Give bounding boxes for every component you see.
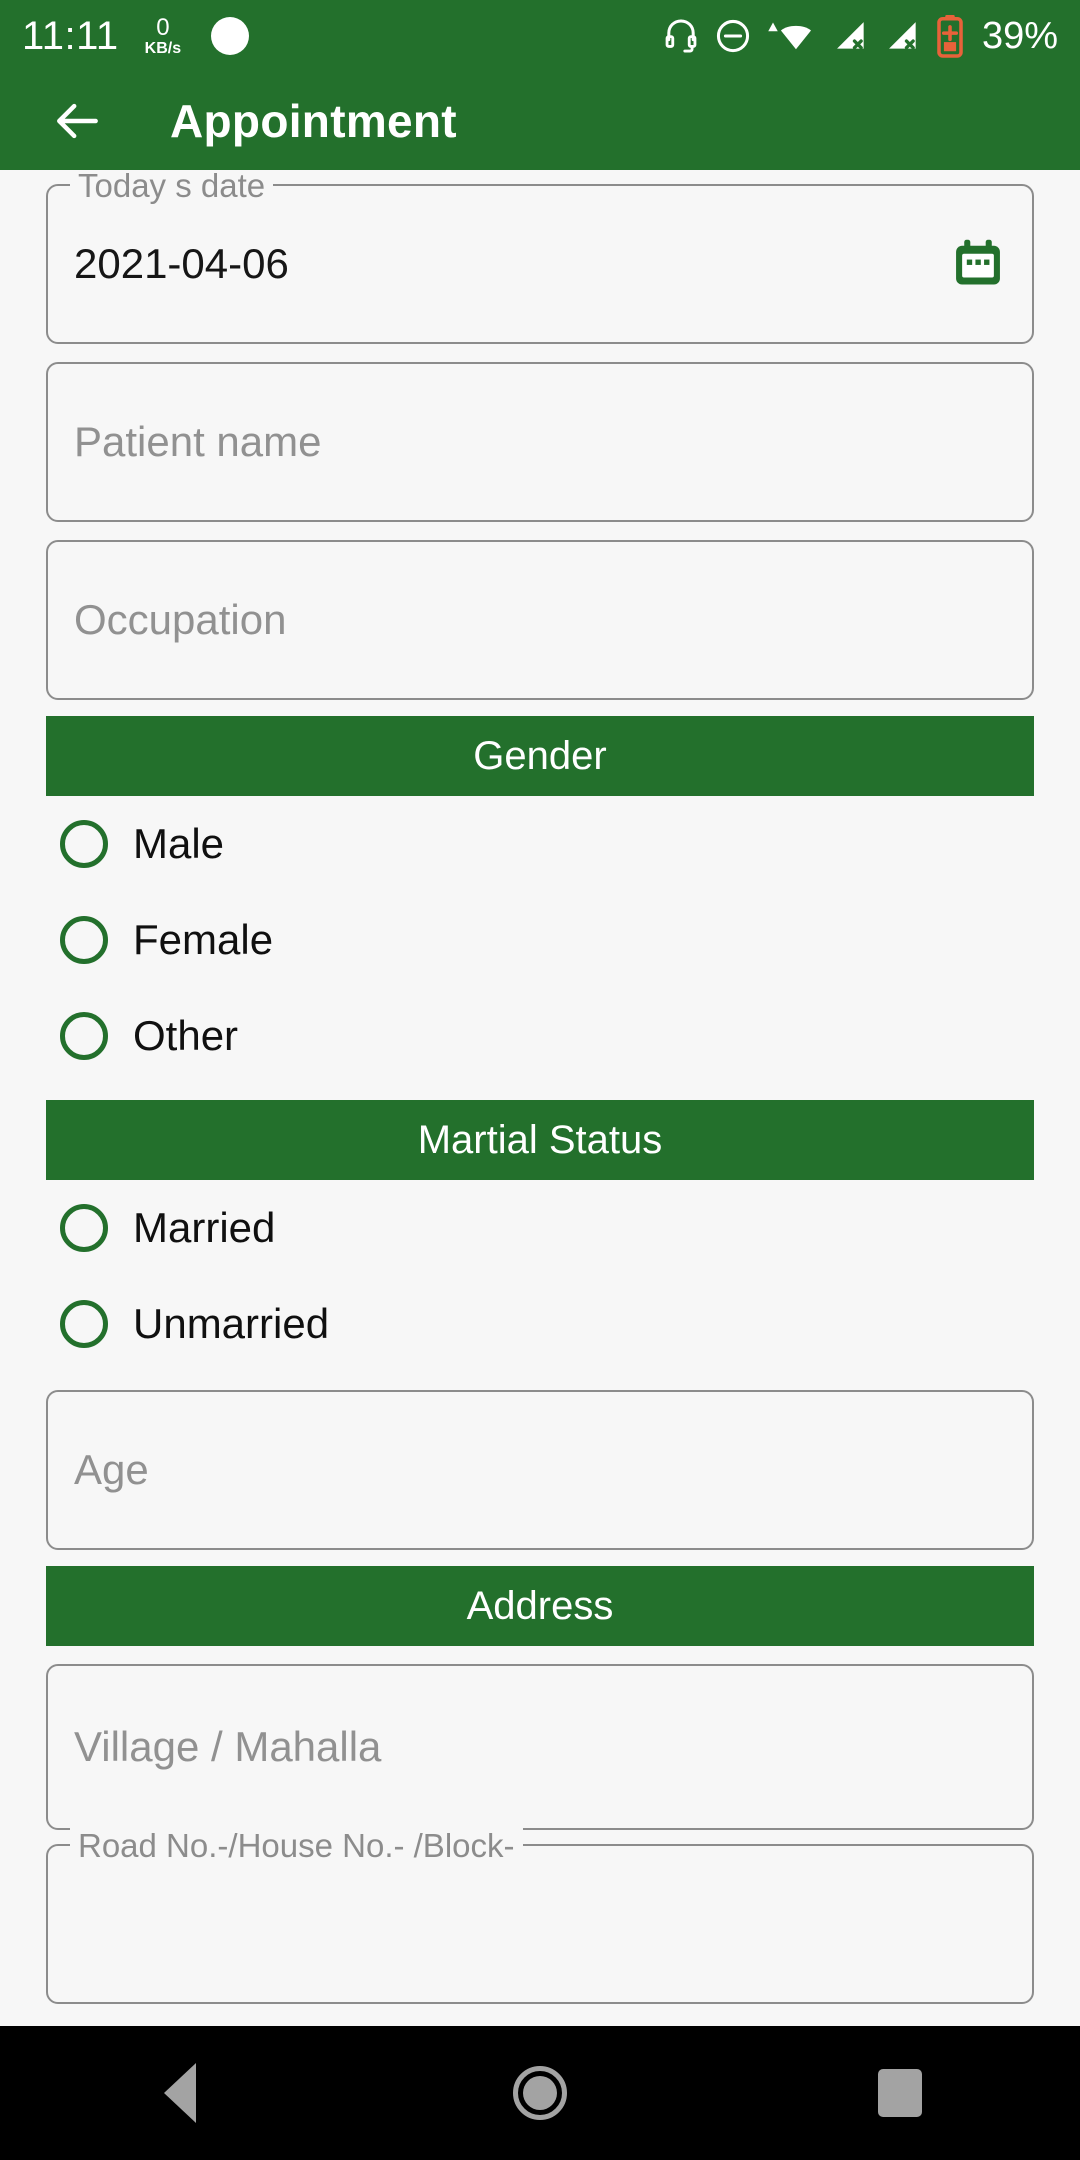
wifi-icon <box>768 22 811 50</box>
radio-button-icon[interactable] <box>60 1204 108 1252</box>
village-mahalla-placeholder: Village / Mahalla <box>74 1723 382 1770</box>
occupation-field[interactable]: Occupation <box>46 540 1034 700</box>
marital-option-married[interactable]: Married <box>46 1180 1034 1276</box>
android-navigation-bar <box>0 2026 1080 2160</box>
calendar-icon <box>956 239 1000 285</box>
network-speed-value: 0 <box>156 13 170 41</box>
status-bar-left: 11:11 0 KB/s <box>22 13 250 58</box>
patient-name-field[interactable]: Patient name <box>46 362 1034 522</box>
gender-option-male-label: Male <box>133 820 225 867</box>
gender-option-female-label: Female <box>133 916 274 963</box>
marital-option-unmarried[interactable]: Unmarried <box>46 1276 1034 1372</box>
todays-date-field[interactable]: Today s date 2021-04-06 <box>46 170 1034 344</box>
gender-option-other[interactable]: Other <box>46 988 1034 1084</box>
nav-home-button[interactable] <box>460 2026 620 2160</box>
home-nav-icon <box>513 2066 567 2120</box>
patient-name-placeholder: Patient name <box>74 418 322 465</box>
gender-section-header: Gender <box>46 716 1034 796</box>
notification-dot-icon <box>211 17 250 55</box>
gender-option-male[interactable]: Male <box>46 796 1034 892</box>
battery-percentage: 39% <box>981 15 1058 57</box>
status-clock: 11:11 <box>22 14 119 58</box>
road-house-block-label: Road No.-/House No.- /Block- <box>70 1826 523 1866</box>
age-field[interactable]: Age <box>46 1390 1034 1550</box>
headset-icon <box>665 19 697 53</box>
village-mahalla-field[interactable]: Village / Mahalla <box>46 1664 1034 1830</box>
radio-button-icon[interactable] <box>60 820 108 868</box>
signal-sim1-no-service-icon <box>837 22 864 50</box>
radio-button-icon[interactable] <box>60 1300 108 1348</box>
age-placeholder: Age <box>74 1446 149 1493</box>
todays-date-label: Today s date <box>70 170 274 206</box>
marital-status-section-header: Martial Status <box>46 1100 1034 1180</box>
arrow-back-icon <box>57 103 98 139</box>
address-section-header: Address <box>46 1566 1034 1646</box>
nav-back-button[interactable] <box>100 2026 260 2160</box>
back-nav-icon <box>164 2063 196 2123</box>
radio-button-icon[interactable] <box>60 916 108 964</box>
app-bar: Appointment <box>0 72 1080 170</box>
phone-screen: 11:11 0 KB/s 39% Appointment Today s dat… <box>0 0 1080 2160</box>
gender-option-other-label: Other <box>133 1012 239 1059</box>
do-not-disturb-icon <box>716 19 750 53</box>
recents-nav-icon <box>878 2069 922 2117</box>
status-bar-right: 39% <box>662 14 1058 58</box>
battery-saver-icon <box>937 15 963 58</box>
appointment-form[interactable]: Today s date 2021-04-06 Patient name Occ… <box>0 170 1080 2026</box>
date-picker-button[interactable] <box>950 236 1006 292</box>
todays-date-value: 2021-04-06 <box>74 240 289 287</box>
marital-option-married-label: Married <box>133 1204 276 1251</box>
network-speed-unit: KB/s <box>144 39 182 57</box>
road-house-block-field[interactable]: Road No.-/House No.- /Block- <box>46 1826 1034 2004</box>
occupation-placeholder: Occupation <box>74 596 287 643</box>
radio-button-icon[interactable] <box>60 1012 108 1060</box>
signal-sim2-no-service-icon <box>889 22 916 50</box>
network-speed-indicator: 0 KB/s <box>144 13 182 57</box>
page-title: Appointment <box>170 95 457 147</box>
marital-option-unmarried-label: Unmarried <box>133 1300 330 1347</box>
status-bar: 11:11 0 KB/s 39% <box>0 0 1080 72</box>
nav-recents-button[interactable] <box>820 2026 980 2160</box>
back-button[interactable] <box>46 90 108 152</box>
gender-option-female[interactable]: Female <box>46 892 1034 988</box>
